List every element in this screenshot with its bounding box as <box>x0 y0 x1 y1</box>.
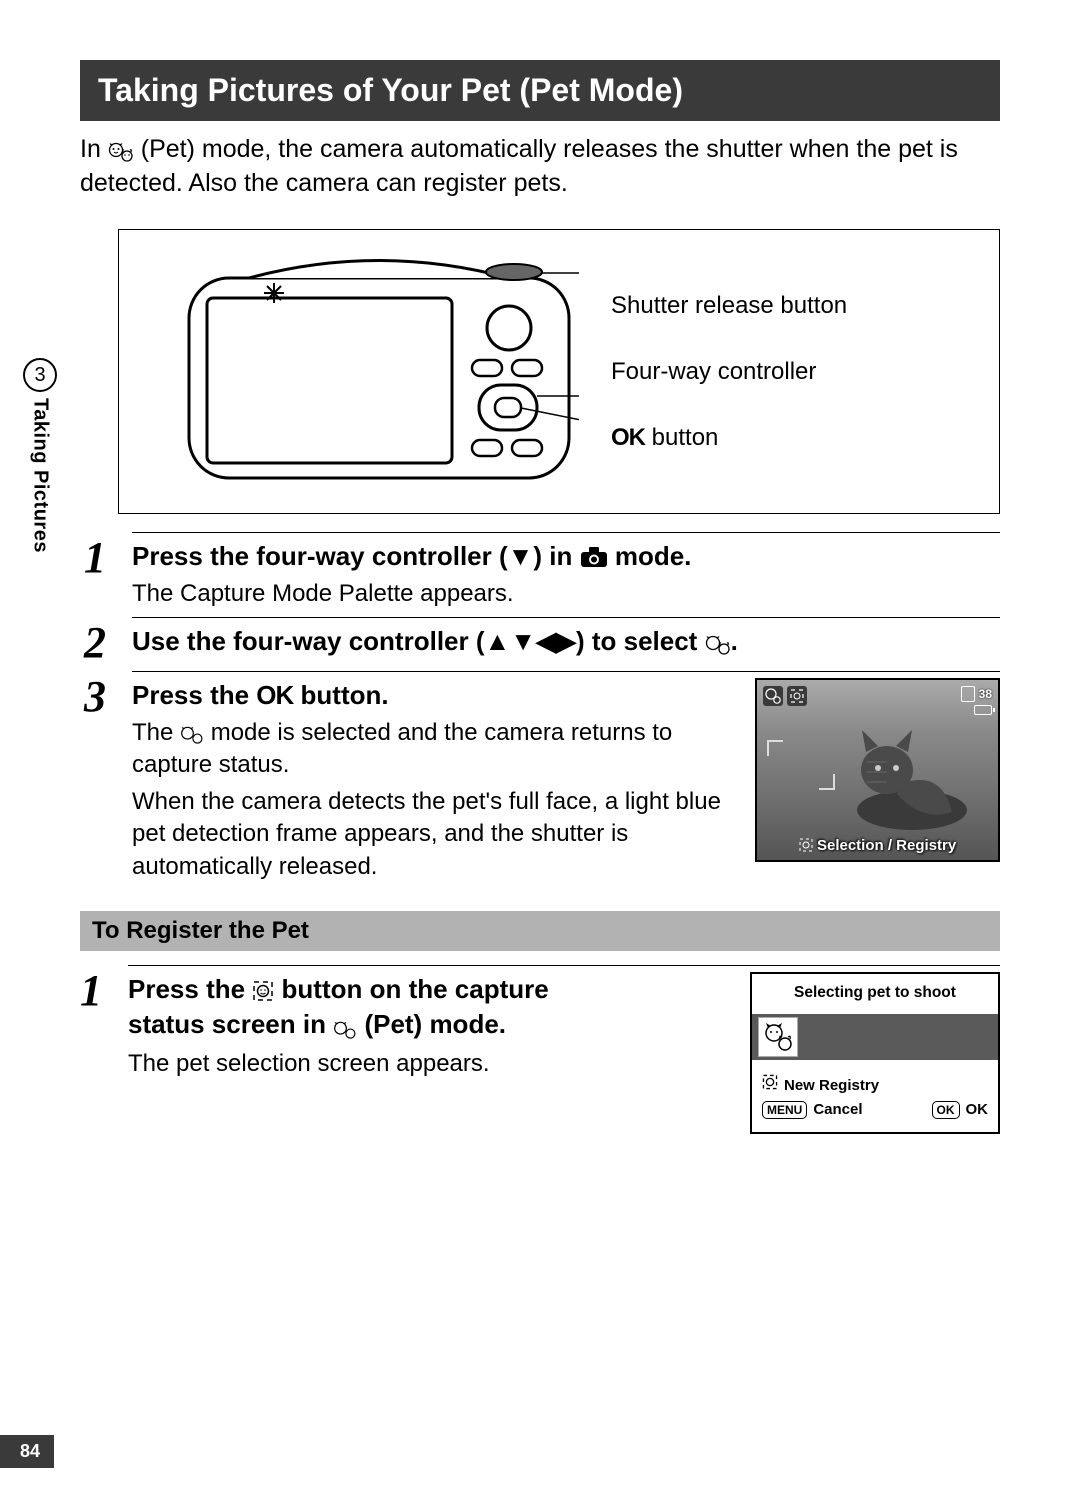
t: The <box>132 719 180 746</box>
t: button. <box>293 680 388 710</box>
t: ) in <box>533 541 579 571</box>
t: Use the four-way controller ( <box>132 626 485 656</box>
t: Press the four-way controller ( <box>132 541 508 571</box>
ok-glyph: OK <box>611 424 645 451</box>
step-desc: The Capture Mode Palette appears. <box>132 578 1000 610</box>
ok-line: OK OK <box>932 1098 989 1122</box>
step-body: Press the button on the capture status s… <box>128 965 1000 1134</box>
preview-overlay-text: Selection / Registry <box>757 837 998 854</box>
chapter-tab: 3 Taking Pictures <box>23 358 57 553</box>
pet-selection-menu: Selecting pet to shoot <box>750 972 1000 1134</box>
page-number: 84 <box>0 1435 54 1468</box>
camera-illustration <box>179 248 579 495</box>
step-body: Press the OK button. The <box>132 671 1000 884</box>
t: mode is selected and the camera returns … <box>132 719 672 779</box>
manual-page: Taking Pictures of Your Pet (Pet Mode) I… <box>0 0 1080 1486</box>
pet-icon <box>705 625 731 660</box>
step-2: 2 Use the four-way controller (▲▼◀▶) to … <box>84 617 1000 665</box>
t: button on the capture <box>282 974 549 1004</box>
steps-list: 1 Press the four-way controller (▼) in m… <box>84 532 1000 883</box>
intro-text: (Pet) mode, the camera automatically rel… <box>80 135 958 197</box>
step-body: Use the four-way controller (▲▼◀▶) to se… <box>132 617 1000 661</box>
cancel-label: Cancel <box>813 1098 862 1122</box>
diagram-labels: Shutter release button Four-way controll… <box>611 291 847 453</box>
chapter-title: Taking Pictures <box>29 398 52 553</box>
t: Press the <box>128 974 252 1004</box>
step-body: Press the four-way controller (▼) in mod… <box>132 532 1000 610</box>
step-number: 1 <box>84 536 132 580</box>
t: status screen in <box>128 1009 333 1039</box>
controller-label: Four-way controller <box>611 357 847 387</box>
step-1: 1 Press the four-way controller (▼) in m… <box>84 532 1000 610</box>
step-title: Press the button on the capture status s… <box>128 972 722 1044</box>
step-desc: The pet selection screen appears. <box>128 1048 722 1080</box>
face-icon <box>799 838 813 852</box>
step-desc: The mode is selected and the camera retu… <box>132 717 737 782</box>
step-number: 3 <box>84 675 132 719</box>
new-registry-line: New Registry <box>762 1074 988 1098</box>
ok-glyph: OK <box>256 680 293 710</box>
t: mode. <box>615 541 692 571</box>
t: (Pet) mode. <box>364 1009 506 1039</box>
arrows-icon: ▲▼◀▶ <box>485 626 576 656</box>
intro-paragraph: In (Pet) mode, the camera automatically … <box>80 133 1000 201</box>
preview-topleft-icons <box>763 686 807 706</box>
pet-slot <box>758 1017 798 1057</box>
cat-illustration <box>842 722 972 832</box>
shutter-label: Shutter release button <box>611 291 847 321</box>
step-3: 3 Press the OK button. The <box>84 671 1000 884</box>
step-title: Use the four-way controller (▲▼◀▶) to se… <box>132 624 1000 661</box>
new-registry-label: New Registry <box>784 1074 879 1098</box>
register-step-1: 1 Press the button <box>80 965 1000 1134</box>
face-button-icon <box>762 1074 778 1098</box>
pet-mode-icon <box>763 686 783 706</box>
pet-icon <box>108 134 134 168</box>
subheader: To Register the Pet <box>80 911 1000 951</box>
chapter-number: 3 <box>23 358 57 392</box>
face-detect-icon <box>787 686 807 706</box>
t: ) to select <box>576 626 705 656</box>
step-number: 1 <box>80 969 128 1013</box>
step-title: Press the four-way controller (▼) in mod… <box>132 539 1000 574</box>
menu-title: Selecting pet to shoot <box>752 974 998 1014</box>
ok-button-label: OK button <box>611 423 847 453</box>
ok-label: OK <box>966 1098 989 1122</box>
battery-icon <box>974 705 992 715</box>
focus-frame-icon <box>767 740 835 790</box>
down-arrow-icon: ▼ <box>508 541 534 571</box>
camera-icon <box>580 541 615 571</box>
ok-key-icon: OK <box>932 1101 960 1119</box>
cancel-line: MENU Cancel <box>762 1098 863 1122</box>
t: Selection / Registry <box>817 837 956 854</box>
step-number: 2 <box>84 621 132 665</box>
step-title: Press the OK button. <box>132 678 737 713</box>
shot-counter: 38 <box>979 687 992 701</box>
pet-icon <box>180 717 204 749</box>
sd-card-icon <box>961 686 975 702</box>
section-title: Taking Pictures of Your Pet (Pet Mode) <box>80 60 1000 121</box>
face-button-icon <box>252 976 274 998</box>
preview-topright: 38 <box>961 686 992 715</box>
camera-diagram: Shutter release button Four-way controll… <box>118 229 1000 514</box>
pet-icon <box>333 1009 357 1044</box>
menu-key-icon: MENU <box>762 1101 807 1119</box>
menu-row <box>752 1014 998 1060</box>
intro-prefix: In <box>80 135 108 163</box>
t: . <box>731 626 738 656</box>
step-desc-2: When the camera detects the pet's full f… <box>132 786 737 883</box>
ok-suffix: button <box>645 424 718 451</box>
camera-preview: 38 <box>755 678 1000 862</box>
menu-bottom: New Registry MENU Cancel OK OK <box>752 1060 998 1132</box>
t: Press the <box>132 680 256 710</box>
